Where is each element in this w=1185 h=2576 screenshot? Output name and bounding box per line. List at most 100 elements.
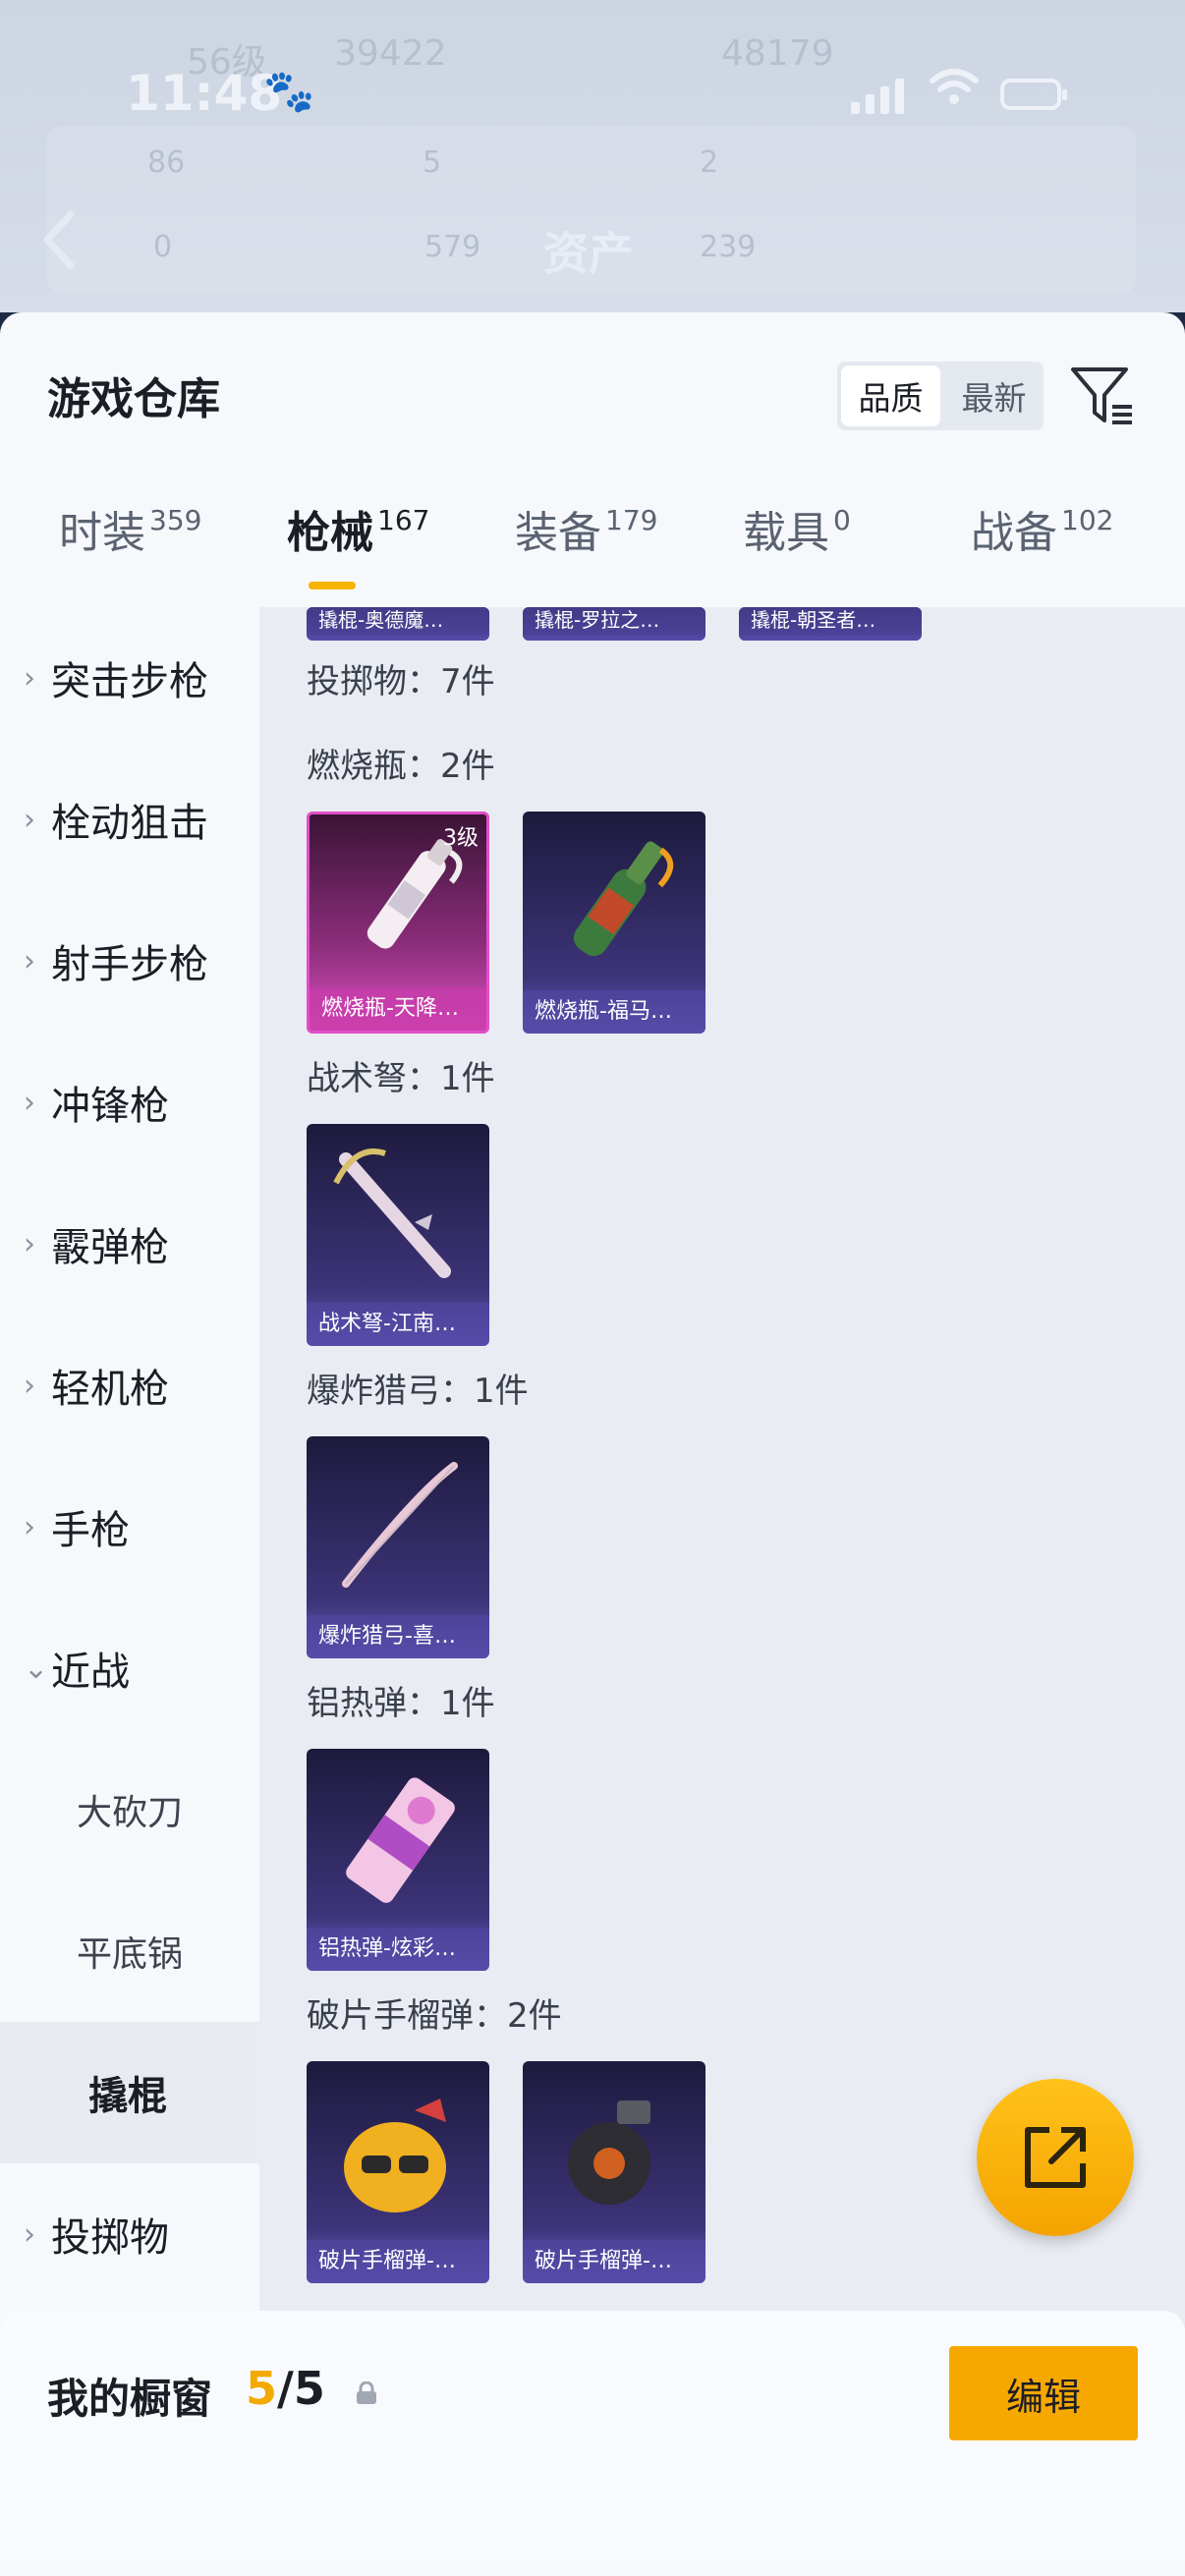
frag-grenade-icon [568, 2100, 650, 2205]
sidebar-item-label: 轻机枪 [51, 1367, 169, 1412]
tab-count: 102 [1061, 504, 1114, 536]
tab-label: 时装 [59, 508, 145, 558]
tab-fashion[interactable]: 时装 359 [59, 497, 201, 560]
section-title: 铝热弹：1件 [307, 1684, 495, 1723]
chevron-right-icon: › [24, 2216, 35, 2252]
item-card[interactable]: 铝热弹-炫彩… [307, 1749, 489, 1971]
sidebar-item-label: 手枪 [51, 1508, 130, 1553]
sidebar-item-lmg[interactable]: › 轻机枪 [0, 1315, 259, 1456]
crossbow-icon [333, 1148, 451, 1278]
sidebar-item-label: 突击步枪 [51, 659, 208, 704]
item-card[interactable]: 撬棍-朝圣者… [739, 607, 922, 641]
item-grid: 撬棍-奥德魔… 撬棍-罗拉之… 撬棍-朝圣者… 投掷物：7件 燃烧瓶：2件 3级… [259, 607, 1185, 2328]
section-title: 燃烧瓶：2件 [307, 747, 495, 786]
sidebar-subitem-frying-pan[interactable]: 平底锅 [0, 1880, 259, 2022]
background-page-title: 资产 [543, 227, 634, 280]
thermite-grenade-icon [346, 1777, 455, 1903]
tab-guns[interactable]: 枪械 167 [287, 497, 429, 560]
sidebar: › 突击步枪 › 栓动狙击 › 射手步枪 › 冲锋枪 › 霰弹枪 › 轻机枪 ›… [0, 607, 259, 2328]
sidebar-item-melee[interactable]: ⌄ 近战 [0, 1597, 259, 1739]
sidebar-item-throwables[interactable]: › 投掷物 [0, 2163, 259, 2305]
signal-icon [851, 79, 904, 114]
item-card-name: 战术弩-江南… [307, 1303, 489, 1346]
item-card-name: 燃烧瓶-天降… [310, 987, 486, 1031]
item-level-badge: 3级 [443, 826, 479, 851]
wifi-icon [930, 69, 979, 104]
tab-label: 载具 [743, 508, 829, 558]
tab-label: 枪械 [287, 508, 373, 558]
item-card[interactable]: 撬棍-罗拉之… [523, 607, 705, 641]
active-tab-indicator [309, 582, 356, 589]
sidebar-item-smg[interactable]: › 冲锋枪 [0, 1032, 259, 1173]
sidebar-item-bolt-sniper[interactable]: › 栓动狙击 [0, 749, 259, 890]
ghost-text: 579 [424, 230, 481, 264]
sidebar-item-label: 射手步枪 [51, 942, 208, 987]
item-card-name: 铝热弹-炫彩… [307, 1928, 489, 1971]
chevron-left-icon [43, 210, 75, 269]
sidebar-item-label: 霰弹枪 [51, 1225, 169, 1270]
item-card[interactable]: 破片手榴弹-… [307, 2061, 489, 2283]
showcase-bar: 我的橱窗 5/5 编辑 [0, 2311, 1185, 2558]
lock-icon [357, 2381, 376, 2404]
molotov-icon [573, 841, 674, 957]
tab-vehicles[interactable]: 载具 0 [743, 497, 851, 560]
tab-label: 装备 [515, 508, 601, 558]
sidebar-item-marksman-rifle[interactable]: › 射手步枪 [0, 890, 259, 1032]
sidebar-item-assault-rifle[interactable]: › 突击步枪 [0, 607, 259, 749]
filter-icon[interactable] [1069, 362, 1138, 430]
ghost-text: 39422 [334, 33, 447, 74]
chevron-right-icon: › [24, 1509, 35, 1544]
showcase-count-current: 5 [246, 2362, 278, 2415]
background-header: 56级 39422 48179 86 5 2 0 579 239 11:48 🐾… [0, 0, 1185, 312]
section-title: 爆炸猎弓：1件 [307, 1372, 529, 1411]
item-card[interactable]: 破片手榴弹-… [523, 2061, 705, 2283]
frag-grenade-icon [344, 2099, 446, 2212]
chevron-right-icon: › [24, 1368, 35, 1403]
sidebar-item-pistol[interactable]: › 手枪 [0, 1456, 259, 1597]
sidebar-item-shotgun[interactable]: › 霰弹枪 [0, 1173, 259, 1315]
tab-count: 167 [377, 504, 430, 536]
item-card-name: 爆炸猎弓-喜… [307, 1615, 489, 1658]
share-button[interactable] [977, 2079, 1134, 2236]
chevron-right-icon: › [24, 1085, 35, 1120]
category-tabs: 时装 359 枪械 167 装备 179 载具 0 战备 102 [0, 479, 1185, 607]
showcase-label: 我的橱窗 [47, 2375, 213, 2423]
tab-count: 0 [833, 504, 851, 536]
chevron-right-icon: › [24, 802, 35, 837]
ghost-text: 239 [700, 230, 757, 264]
tab-equipment[interactable]: 装备 179 [515, 497, 657, 560]
item-card[interactable]: 战术弩-江南… [307, 1124, 489, 1346]
sort-quality-button[interactable]: 品质 [841, 365, 940, 426]
section-title: 破片手榴弹：2件 [307, 1996, 562, 2036]
showcase-count: 5/5 [246, 2362, 325, 2415]
tab-count: 179 [605, 504, 658, 536]
group-title: 投掷物：7件 [307, 662, 495, 701]
sidebar-item-label: 冲锋枪 [51, 1084, 169, 1129]
section-title: 战术弩：1件 [307, 1059, 495, 1098]
chevron-right-icon: › [24, 1226, 35, 1261]
sort-newest-button[interactable]: 最新 [944, 362, 1044, 430]
chevron-right-icon: › [24, 660, 35, 696]
ghost-text: 2 [700, 145, 719, 180]
ghost-text: 0 [153, 230, 173, 264]
item-card-name: 破片手榴弹-… [307, 2240, 489, 2283]
sidebar-subitem-crowbar[interactable]: 撬棍 [0, 2022, 259, 2163]
sidebar-subitem-machete[interactable]: 大砍刀 [0, 1739, 259, 1880]
tab-label: 战备 [971, 508, 1057, 558]
sidebar-item-label: 撬棍 [88, 2074, 167, 2119]
back-button[interactable] [39, 208, 98, 277]
item-card-name: 燃烧瓶-福马… [523, 990, 705, 1034]
ghost-text: 48179 [721, 33, 834, 74]
item-card[interactable]: 撬棍-奥德魔… [307, 607, 489, 641]
item-card[interactable]: 3级 燃烧瓶-天降… [307, 812, 489, 1034]
sidebar-item-label: 近战 [51, 1650, 130, 1695]
tab-supplies[interactable]: 战备 102 [971, 497, 1113, 560]
ghost-text: 5 [423, 145, 442, 180]
item-card-name: 撬棍-奥德魔… [307, 607, 489, 641]
edit-button[interactable]: 编辑 [949, 2346, 1138, 2440]
paw-icon: 🐾 [263, 67, 315, 115]
item-card[interactable]: 爆炸猎弓-喜… [307, 1436, 489, 1658]
item-card[interactable]: 燃烧瓶-福马… [523, 812, 705, 1034]
showcase-count-total: /5 [277, 2362, 325, 2415]
tab-count: 359 [149, 504, 202, 536]
